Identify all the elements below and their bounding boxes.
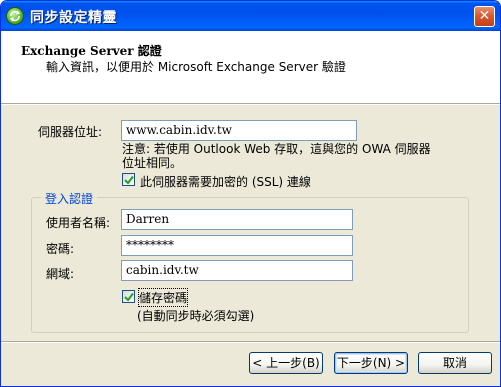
- cancel-button[interactable]: 取消: [418, 352, 492, 374]
- save-password-label[interactable]: 儲存密碼: [137, 288, 189, 307]
- cancel-button-label: 取消: [442, 356, 467, 370]
- window-title: 同步設定精靈: [30, 10, 117, 26]
- password-label: 密碼:: [46, 242, 75, 256]
- save-password-hint: (自動同步時必須勾選): [137, 309, 255, 323]
- wizard-header: Exchange Server 認證 輸入資訊，以便用於 Microsoft E…: [1, 31, 500, 103]
- back-button-label: < 上一步(B): [252, 356, 320, 370]
- next-button[interactable]: 下一步(N) >: [334, 352, 408, 374]
- title-bar[interactable]: 同步設定精靈 ✕: [1, 1, 500, 31]
- server-address-label: 伺服器位址:: [38, 125, 103, 139]
- close-button[interactable]: ✕: [474, 6, 495, 27]
- login-group-legend: 登入認證: [41, 190, 98, 207]
- next-button-label: 下一步(N) >: [336, 356, 406, 370]
- server-note: 注意: 若使用 Outlook Web 存取，這與您的 OWA 伺服器位址相同。: [122, 142, 431, 170]
- page-subtitle: 輸入資訊，以便用於 Microsoft Exchange Server 驗證: [46, 60, 346, 74]
- ssl-checkbox[interactable]: [122, 173, 135, 186]
- checkmark-icon: [124, 292, 134, 302]
- save-password-checkbox[interactable]: [122, 290, 135, 303]
- page-title: Exchange Server 認證: [21, 44, 162, 58]
- domain-input[interactable]: cabin.idv.tw: [121, 260, 353, 281]
- sync-icon: [6, 7, 24, 25]
- footer-divider: [1, 341, 500, 343]
- password-input[interactable]: ********: [121, 235, 353, 256]
- header-divider: [1, 103, 500, 105]
- checkmark-icon: [124, 175, 134, 185]
- domain-label: 網域:: [46, 267, 75, 281]
- server-address-input[interactable]: www.cabin.idv.tw: [121, 120, 357, 141]
- back-button[interactable]: < 上一步(B): [249, 352, 323, 374]
- username-input[interactable]: Darren: [121, 209, 353, 230]
- ssl-checkbox-label[interactable]: 此伺服器需要加密的 (SSL) 連線: [140, 173, 311, 190]
- close-icon: ✕: [478, 8, 491, 24]
- username-label: 使用者名稱:: [46, 216, 111, 230]
- sync-settings-wizard-window: 同步設定精靈 ✕ Exchange Server 認證 輸入資訊，以便用於 Mi…: [0, 0, 501, 387]
